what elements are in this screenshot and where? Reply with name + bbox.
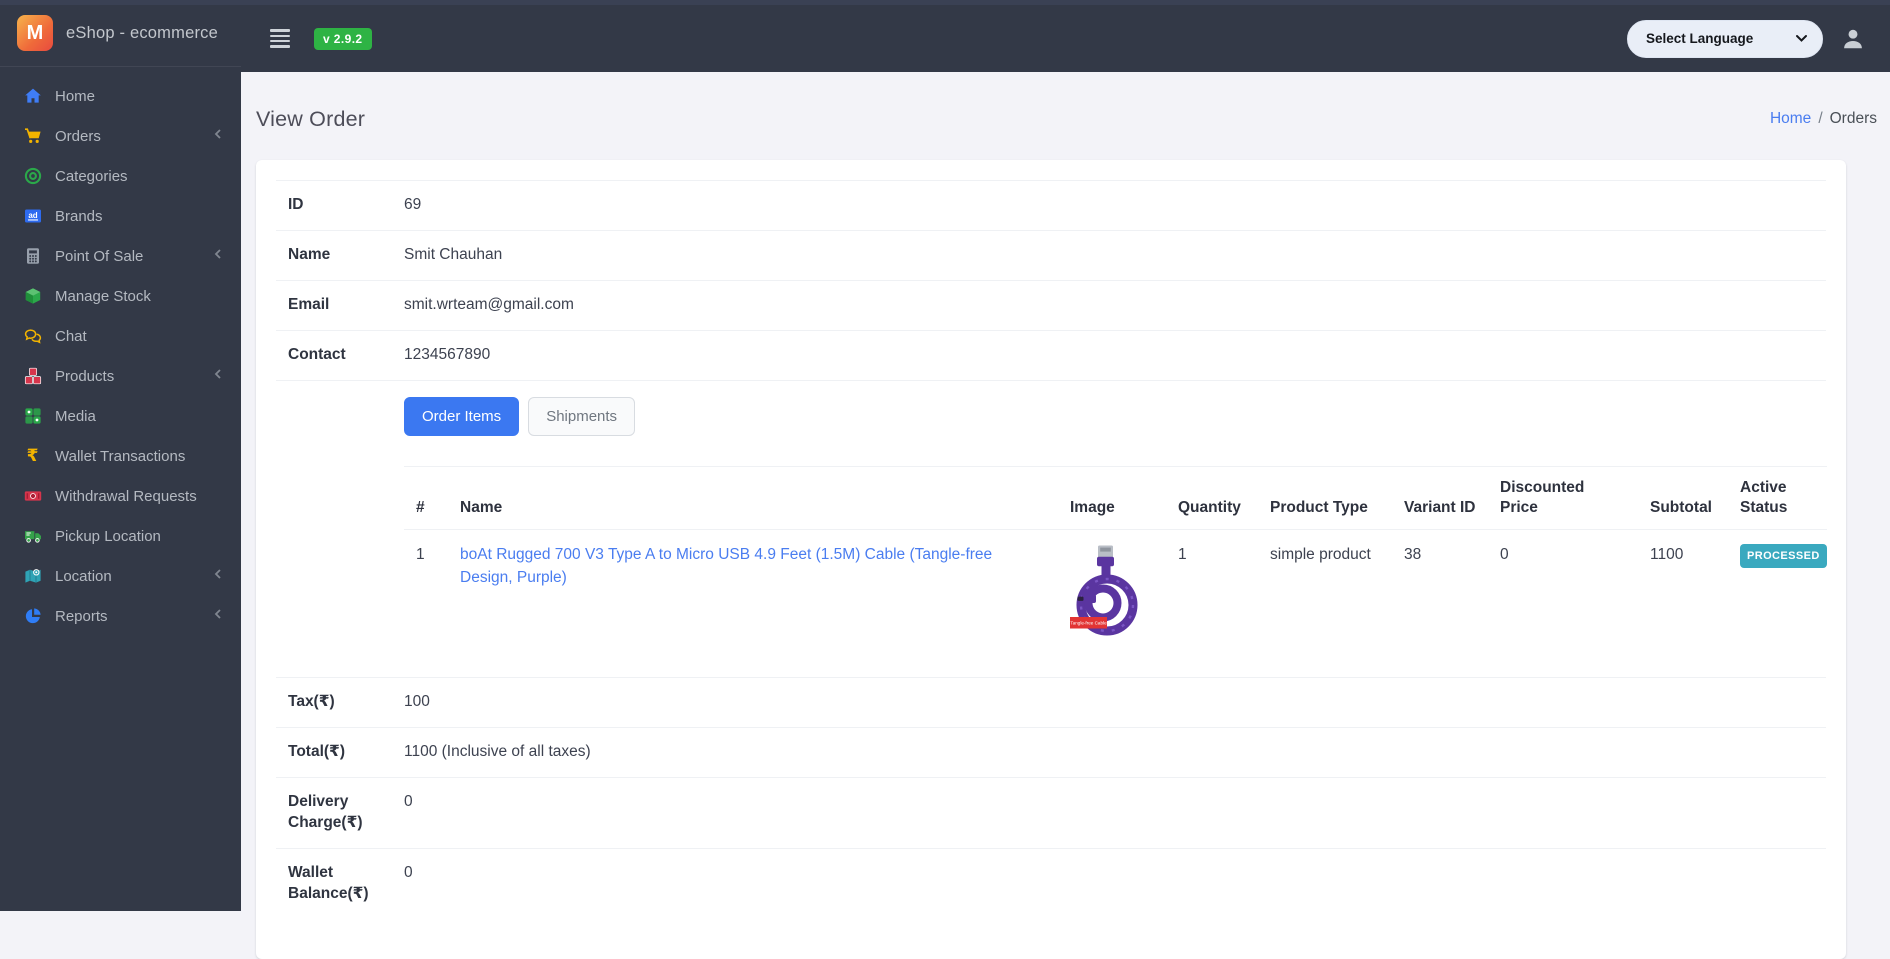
sidebar-item-home[interactable]: Home xyxy=(0,76,241,116)
chevron-left-icon xyxy=(214,567,222,585)
app-logo[interactable]: M eShop - ecommerce xyxy=(0,0,241,67)
sidebar-item-withdrawal-requests[interactable]: Withdrawal Requests xyxy=(0,476,241,516)
chevron-left-icon xyxy=(214,247,222,265)
breadcrumb: Home / Orders xyxy=(1770,110,1877,128)
top-accent-strip xyxy=(0,0,1890,5)
item-variant-id: 38 xyxy=(1392,529,1488,663)
page-header: View Order Home / Orders xyxy=(241,72,1890,160)
chat-bubbles-icon xyxy=(23,327,42,346)
breadcrumb-current: Orders xyxy=(1830,110,1877,127)
items-table-header-row: # Name Image Quantity Product Type Varia… xyxy=(404,466,1827,529)
user-profile-icon[interactable] xyxy=(1840,26,1866,52)
summary-row-delivery-charge: Delivery Charge(₹) 0 xyxy=(276,777,1826,848)
item-quantity: 1 xyxy=(1166,529,1258,663)
app-title: eShop - ecommerce xyxy=(66,24,218,43)
calculator-icon xyxy=(23,247,42,266)
col-variant-id: Variant ID xyxy=(1392,466,1488,529)
item-product-type: simple product xyxy=(1258,529,1392,663)
order-contact-value: 1234567890 xyxy=(404,345,490,366)
order-name-value: Smit Chauhan xyxy=(404,245,502,266)
breadcrumb-home-link[interactable]: Home xyxy=(1770,110,1811,127)
categories-icon xyxy=(23,167,42,186)
app-logo-icon: M xyxy=(17,15,53,51)
tax-value: 100 xyxy=(404,692,430,713)
order-detail-row-id: ID 69 xyxy=(276,180,1826,230)
brands-ad-icon: ad xyxy=(23,207,42,226)
language-select[interactable]: Select Language xyxy=(1627,20,1823,58)
sidebar-item-media[interactable]: Media xyxy=(0,396,241,436)
order-detail-row-email: Email smit.wrteam@gmail.com xyxy=(276,280,1826,330)
sidebar-item-pickup-location[interactable]: Pickup Location xyxy=(0,516,241,556)
breadcrumb-separator: / xyxy=(1818,110,1822,127)
col-quantity: Quantity xyxy=(1166,466,1258,529)
col-discounted-price: Discounted Price xyxy=(1488,466,1638,529)
chevron-left-icon xyxy=(214,127,222,145)
chevron-left-icon xyxy=(214,607,222,625)
item-subtotal: 1100 xyxy=(1638,529,1728,663)
sidebar-menu: Home Orders Categories ad Brands xyxy=(0,67,241,636)
summary-row-wallet-balance: Wallet Balance(₹) 0 xyxy=(276,848,1826,919)
item-index: 1 xyxy=(404,529,448,663)
order-detail-row-name: Name Smit Chauhan xyxy=(276,230,1826,280)
summary-row-tax: Tax(₹) 100 xyxy=(276,677,1826,727)
col-active-status: Active Status xyxy=(1728,466,1827,529)
sidebar-item-wallet-transactions[interactable]: ₹ Wallet Transactions xyxy=(0,436,241,476)
sidebar-item-location[interactable]: Location xyxy=(0,556,241,596)
version-badge: v 2.9.2 xyxy=(314,28,372,50)
order-card: ID 69 Name Smit Chauhan Email smit.wrtea… xyxy=(256,160,1846,959)
sidebar: M eShop - ecommerce Home Orders Categori… xyxy=(0,0,241,911)
sidebar-item-products[interactable]: Products xyxy=(0,356,241,396)
order-items-table: # Name Image Quantity Product Type Varia… xyxy=(404,466,1827,664)
sidebar-item-manage-stock[interactable]: Manage Stock xyxy=(0,276,241,316)
rupee-icon: ₹ xyxy=(23,447,42,466)
delivery-charge-value: 0 xyxy=(404,792,413,834)
cube-icon xyxy=(23,287,42,306)
sidebar-item-orders[interactable]: Orders xyxy=(0,116,241,156)
hamburger-menu-icon[interactable] xyxy=(268,25,292,51)
sidebar-item-brands[interactable]: ad Brands xyxy=(0,196,241,236)
item-discounted-price: 0 xyxy=(1488,529,1638,663)
map-pin-icon xyxy=(23,567,42,586)
tab-shipments[interactable]: Shipments xyxy=(528,397,635,436)
home-icon xyxy=(23,87,42,106)
order-items-section: Order Items Shipments # Name Image Quant… xyxy=(276,380,1826,678)
chevron-left-icon xyxy=(214,367,222,385)
page-title: View Order xyxy=(256,107,365,132)
banknote-icon xyxy=(23,487,42,506)
col-index: # xyxy=(404,466,448,529)
wallet-balance-value: 0 xyxy=(404,863,413,905)
cart-icon xyxy=(23,127,42,146)
tab-order-items[interactable]: Order Items xyxy=(404,397,519,436)
item-row: 1 boAt Rugged 700 V3 Type A to Micro USB… xyxy=(404,529,1827,663)
order-tabs: Order Items Shipments xyxy=(404,397,1814,436)
chevron-down-icon xyxy=(1795,34,1808,43)
status-badge: PROCESSED xyxy=(1740,544,1827,569)
order-detail-row-contact: Contact 1234567890 xyxy=(276,330,1826,380)
col-product-type: Product Type xyxy=(1258,466,1392,529)
sidebar-item-point-of-sale[interactable]: Point Of Sale xyxy=(0,236,241,276)
sidebar-item-categories[interactable]: Categories xyxy=(0,156,241,196)
pie-chart-icon xyxy=(23,607,42,626)
col-image: Image xyxy=(1058,466,1166,529)
sidebar-item-reports[interactable]: Reports xyxy=(0,596,241,636)
col-subtotal: Subtotal xyxy=(1638,466,1728,529)
total-value: 1100 (Inclusive of all taxes) xyxy=(404,742,591,763)
main-content: View Order Home / Orders ID 69 Name Smit C… xyxy=(241,72,1890,911)
summary-row-total: Total(₹) 1100 (Inclusive of all taxes) xyxy=(276,727,1826,777)
media-icon xyxy=(23,407,42,426)
sidebar-item-chat[interactable]: Chat xyxy=(0,316,241,356)
truck-icon xyxy=(23,527,42,546)
col-name: Name xyxy=(448,466,1058,529)
order-email-value: smit.wrteam@gmail.com xyxy=(404,295,574,316)
product-name-link[interactable]: boAt Rugged 700 V3 Type A to Micro USB 4… xyxy=(460,546,992,586)
topbar: v 2.9.2 Select Language xyxy=(241,0,1890,72)
product-image: Tangle-free Cable xyxy=(1070,543,1142,643)
svg-text:ad: ad xyxy=(28,211,37,220)
product-cubes-icon xyxy=(23,367,42,386)
svg-text:Tangle-free Cable: Tangle-free Cable xyxy=(1070,621,1107,626)
order-id-value: 69 xyxy=(404,195,421,216)
